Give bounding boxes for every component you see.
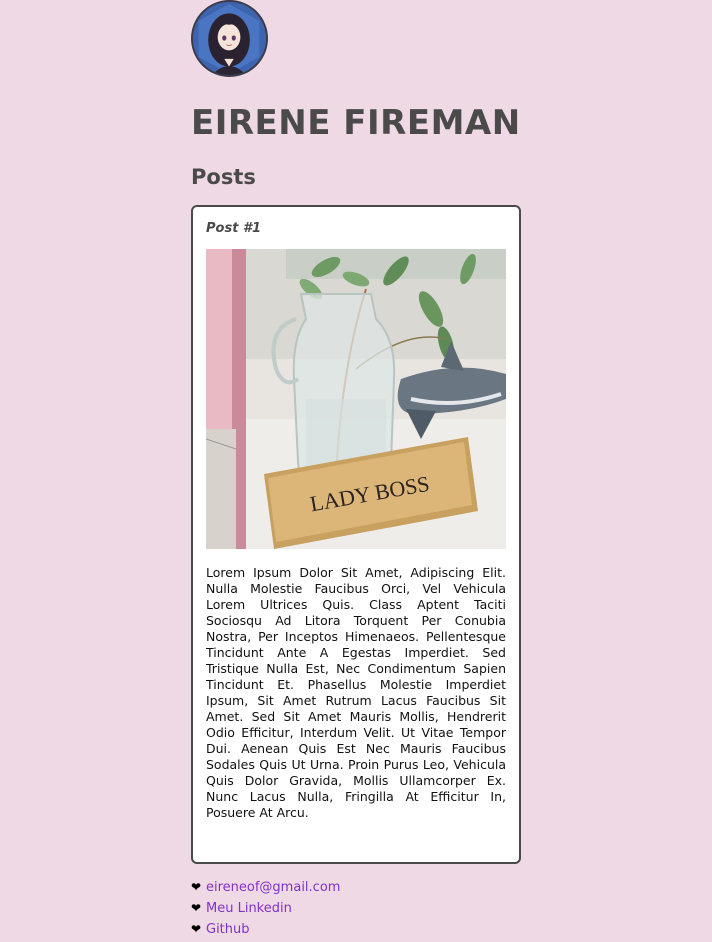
contact-link-github: ❤ Github [191, 919, 340, 940]
heart-icon: ❤ [191, 922, 202, 936]
post-card: Post #1 LADY BOSS Lorem Ipsum Dolor Sit … [191, 205, 521, 864]
contact-link-email: ❤ eireneof@gmail.com [191, 877, 340, 898]
github-link[interactable]: Github [206, 922, 250, 937]
post-title: Post #1 [206, 221, 262, 236]
profile-name: EIRENE FIREMAN [191, 103, 521, 143]
contact-links: ❤ eireneof@gmail.com ❤ Meu Linkedin ❤ Githu… [191, 877, 340, 940]
heart-icon: ❤ [191, 880, 202, 894]
post-body: Lorem Ipsum Dolor Sit Amet, Adipiscing E… [206, 565, 506, 820]
posts-heading: Posts [191, 165, 256, 189]
post-photo: LADY BOSS [206, 249, 506, 549]
avatar [191, 0, 268, 77]
contact-link-linkedin: ❤ Meu Linkedin [191, 898, 340, 919]
email-link[interactable]: eireneof@gmail.com [206, 880, 340, 895]
linkedin-link[interactable]: Meu Linkedin [206, 901, 292, 916]
heart-icon: ❤ [191, 901, 202, 915]
avatar-illustration [193, 2, 266, 75]
post-image: LADY BOSS [206, 249, 506, 549]
